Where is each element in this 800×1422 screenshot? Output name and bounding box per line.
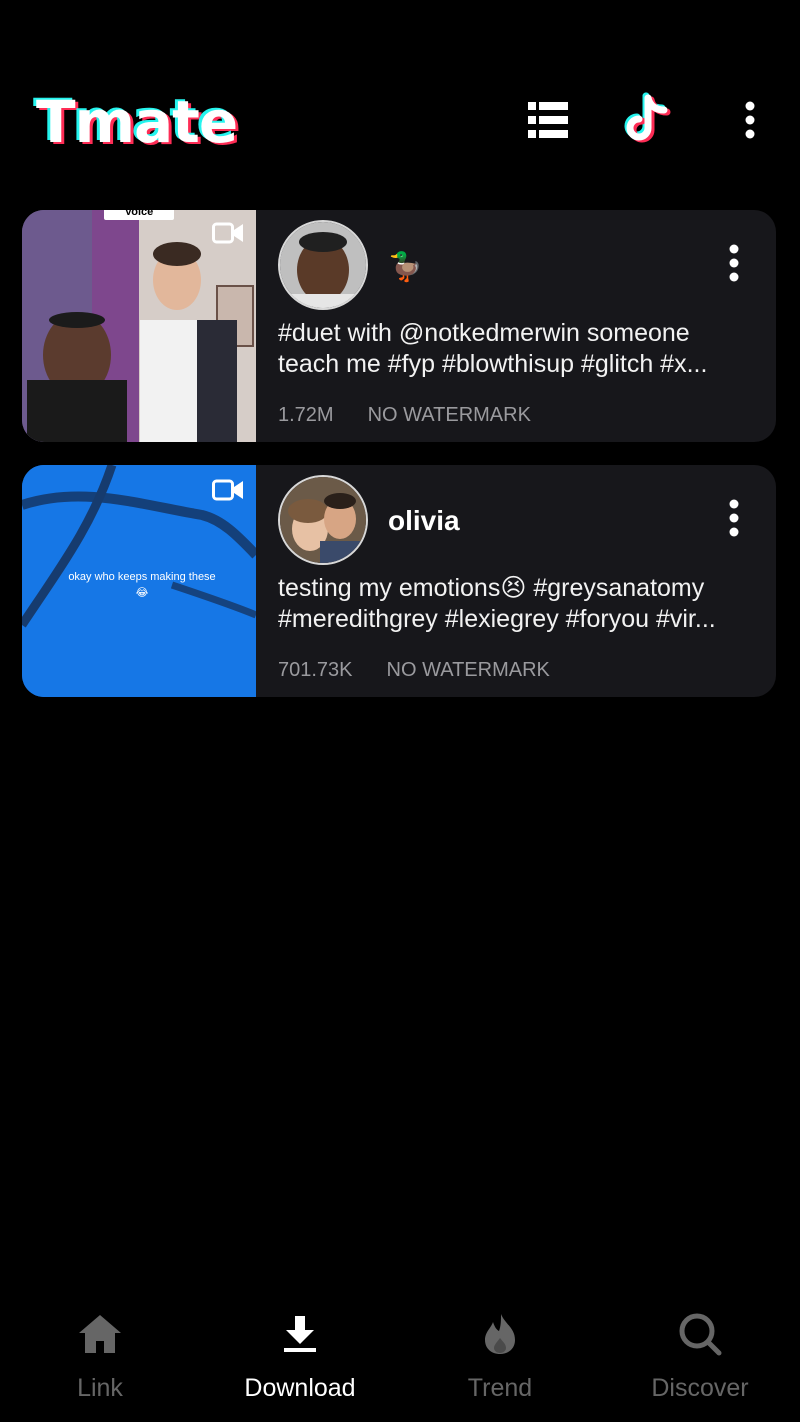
nav-item-discover[interactable]: Discover	[600, 1290, 800, 1422]
bottom-nav: Link Download Trend Discover	[0, 1290, 800, 1422]
avatar[interactable]	[278, 475, 368, 565]
nav-item-link[interactable]: Link	[0, 1290, 200, 1422]
nav-label: Download	[244, 1374, 356, 1402]
video-camera-icon	[212, 479, 244, 506]
home-icon	[76, 1310, 124, 1358]
caption-line: teach me #fyp #blowthisup #glitch #x...	[278, 350, 708, 378]
thumbnail-text: okay who keeps making these 😂	[68, 571, 216, 599]
video-card[interactable]: okay who keeps making these 😂 olivia tes…	[22, 465, 776, 697]
more-vertical-icon[interactable]	[722, 92, 778, 148]
caption-line: #duet with @notkedmerwin someone	[278, 319, 690, 347]
video-thumbnail[interactable]: okay who keeps making these 😂	[22, 465, 256, 697]
video-meta: 701.73K NO WATERMARK	[278, 659, 550, 682]
nav-label: Link	[77, 1374, 123, 1402]
video-caption: #duet with @notkedmerwin someone teach m…	[278, 318, 754, 380]
app-header: Tmate	[0, 0, 800, 190]
thumbnail-overlay-label: Voice	[104, 210, 174, 220]
search-icon	[676, 1310, 724, 1358]
download-icon	[276, 1310, 324, 1358]
view-count: 701.73K	[278, 659, 353, 681]
video-caption: testing my emotions😣 #greysanatomy #mere…	[278, 573, 754, 635]
creator-name[interactable]: 🦆	[388, 250, 423, 283]
nav-label: Trend	[467, 1374, 533, 1402]
watermark-badge: NO WATERMARK	[386, 659, 550, 681]
nav-item-download[interactable]: Download	[200, 1290, 400, 1422]
fire-icon	[476, 1310, 524, 1358]
watermark-badge: NO WATERMARK	[367, 404, 531, 426]
more-vertical-icon[interactable]	[728, 244, 748, 284]
list-icon[interactable]	[520, 92, 576, 148]
avatar[interactable]	[278, 220, 368, 310]
video-camera-icon	[212, 222, 244, 249]
video-meta: 1.72M NO WATERMARK	[278, 404, 531, 427]
caption-line: testing my emotions😣 #greysanatomy	[278, 574, 705, 602]
creator-name[interactable]: olivia	[388, 505, 460, 537]
video-card[interactable]: Voice 🦆 #duet with @notkedmerwin someone…	[22, 210, 776, 442]
caption-line: #meredithgrey #lexiegrey #foryou #vir...	[278, 605, 716, 633]
app-logo: Tmate	[36, 88, 238, 156]
nav-label: Discover	[651, 1374, 749, 1402]
tiktok-icon[interactable]	[620, 92, 676, 148]
more-vertical-icon[interactable]	[728, 499, 748, 539]
nav-item-trend[interactable]: Trend	[400, 1290, 600, 1422]
view-count: 1.72M	[278, 404, 334, 426]
video-thumbnail[interactable]: Voice	[22, 210, 256, 442]
